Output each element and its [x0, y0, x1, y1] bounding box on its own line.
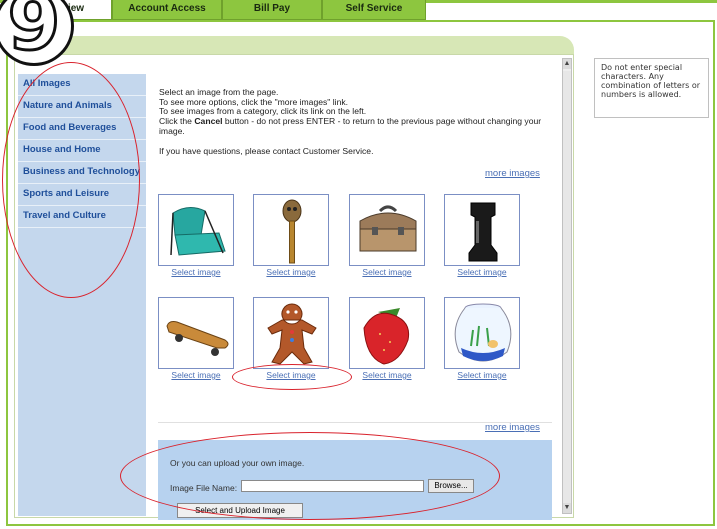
sidebar-item-business-and-technology[interactable]: Business and Technology	[18, 162, 146, 184]
lunchbox-icon[interactable]	[349, 194, 425, 266]
tab-label: Bill Pay	[253, 3, 291, 14]
more-images-link-top[interactable]: more images	[485, 168, 540, 179]
tab-label: Self Service	[345, 3, 403, 14]
image-cell: Select image	[349, 194, 429, 277]
select-image-link[interactable]: Select image	[349, 267, 425, 277]
select-image-link[interactable]: Select image	[158, 370, 234, 380]
scroll-thumb[interactable]	[563, 71, 571, 511]
browse-button[interactable]: Browse...	[428, 479, 474, 493]
scroll-down-icon[interactable]: ▼	[563, 503, 571, 513]
folding-chair-icon[interactable]	[158, 194, 234, 266]
content-scrollbar[interactable]: ▲ ▼	[562, 58, 572, 514]
select-image-link[interactable]: Select image	[253, 370, 329, 380]
image-cell: Select image	[158, 194, 238, 277]
select-and-upload-button[interactable]: Select and Upload Image	[177, 503, 303, 518]
sidebar-item-house-and-home[interactable]: House and Home	[18, 140, 146, 162]
instructions: Select an image from the page. To see mo…	[159, 87, 551, 156]
select-image-link[interactable]: Select image	[349, 370, 425, 380]
tab-account-access[interactable]: Account Access	[112, 0, 222, 20]
top-nav: iew Account Access Bill Pay Self Service	[0, 0, 717, 22]
scroll-up-icon[interactable]: ▲	[563, 59, 571, 69]
skateboard-icon[interactable]	[158, 297, 234, 369]
chess-rook-icon[interactable]	[444, 194, 520, 266]
tab-bill-pay[interactable]: Bill Pay	[222, 0, 322, 20]
image-cell: Select image	[253, 297, 333, 380]
instruction-line: Click the Cancel button - do not press E…	[159, 116, 551, 136]
image-cell: Select image	[253, 194, 333, 277]
cancel-keyword: Cancel	[194, 116, 223, 127]
strawberry-icon[interactable]	[349, 297, 425, 369]
image-grid: Select image Select image Select image S…	[152, 192, 552, 392]
sidebar-item-nature-and-animals[interactable]: Nature and Animals	[18, 96, 146, 118]
tab-label: Account Access	[128, 3, 206, 14]
upload-intro: Or you can upload your own image.	[170, 458, 305, 468]
fishbowl-icon[interactable]	[444, 297, 520, 369]
file-name-label: Image File Name:	[170, 483, 238, 493]
sidebar-item-sports-and-leisure[interactable]: Sports and Leisure	[18, 184, 146, 206]
upload-section: Or you can upload your own image. Image …	[158, 440, 552, 520]
instruction-line: If you have questions, please contact Cu…	[159, 145, 374, 156]
image-cell: Select image	[444, 194, 524, 277]
image-cell: Select image	[158, 297, 238, 380]
sidebar-item-food-and-beverages[interactable]: Food and Beverages	[18, 118, 146, 140]
select-image-link[interactable]: Select image	[444, 267, 520, 277]
image-cell: Select image	[349, 297, 429, 380]
select-image-link[interactable]: Select image	[444, 370, 520, 380]
instruction-text: Click the	[159, 116, 195, 127]
sidebar-item-all-images[interactable]: All Images	[18, 74, 146, 96]
select-image-link[interactable]: Select image	[253, 267, 329, 277]
file-name-input[interactable]	[241, 480, 424, 492]
section-divider	[158, 422, 552, 423]
sidebar-item-travel-and-culture[interactable]: Travel and Culture	[18, 206, 146, 228]
image-cell: Select image	[444, 297, 524, 380]
tab-self-service[interactable]: Self Service	[322, 0, 426, 20]
gingerbread-man-icon[interactable]	[253, 297, 329, 369]
category-sidebar: All Images Nature and Animals Food and B…	[18, 74, 146, 516]
more-images-link-bottom[interactable]: more images	[485, 422, 540, 433]
input-hint-note: Do not enter special characters. Any com…	[594, 58, 709, 118]
tiki-stick-icon[interactable]	[253, 194, 329, 266]
select-image-link[interactable]: Select image	[158, 267, 234, 277]
image-picker-content: Select an image from the page. To see mo…	[152, 56, 558, 520]
